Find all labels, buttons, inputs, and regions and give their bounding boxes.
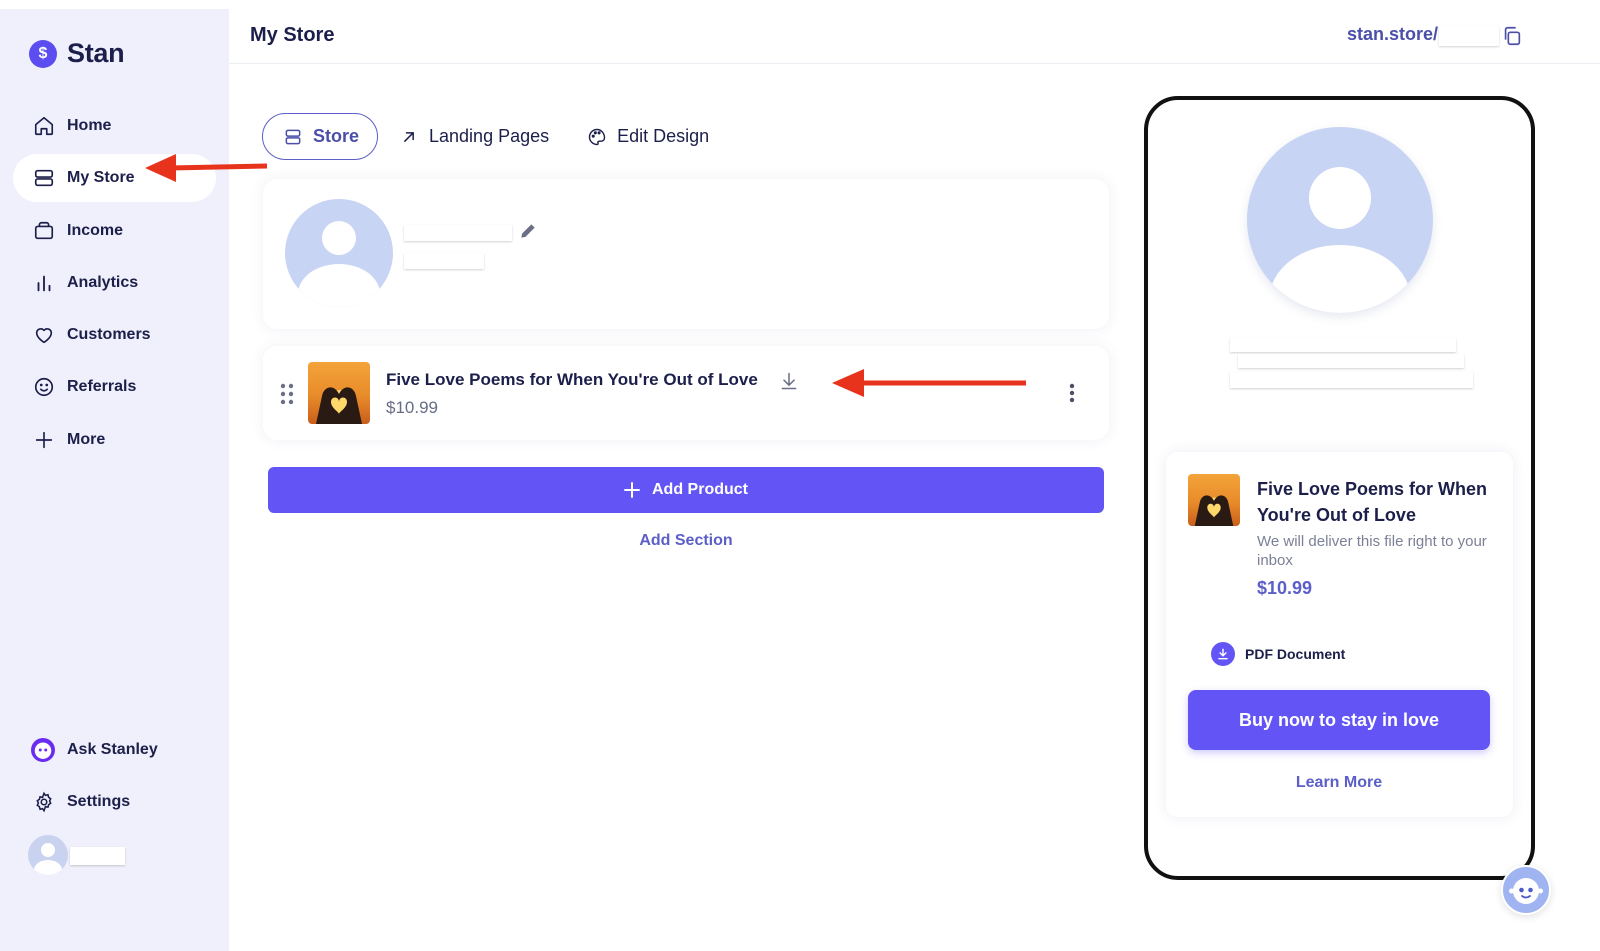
plus-icon xyxy=(624,482,640,498)
logo[interactable]: $ Stan xyxy=(29,38,125,69)
redacted-preview-name xyxy=(1230,338,1456,352)
redacted-username xyxy=(70,847,125,865)
preview-avatar xyxy=(1247,127,1433,313)
sidebar-bottom-nav: Ask Stanley Settings xyxy=(13,726,216,830)
download-icon xyxy=(781,372,797,390)
brand-name: Stan xyxy=(67,38,125,68)
home-icon xyxy=(34,116,54,136)
sidebar-item-label: Income xyxy=(67,221,124,239)
redacted-store-handle xyxy=(1439,26,1499,46)
sidebar-item-label: Customers xyxy=(67,326,151,344)
redacted-preview-bio-2 xyxy=(1230,372,1473,388)
sidebar-item-home[interactable]: Home xyxy=(13,102,216,150)
sidebar-item-analytics[interactable]: Analytics xyxy=(13,259,216,307)
stan-logo-icon: $ xyxy=(29,39,57,68)
sidebar-item-referrals[interactable]: Referrals xyxy=(13,363,216,411)
learn-more-link[interactable]: Learn More xyxy=(1188,774,1490,792)
sidebar-item-income[interactable]: Income xyxy=(13,207,216,255)
download-circle-icon xyxy=(1211,642,1235,666)
store-icon xyxy=(34,170,54,187)
user-avatar[interactable] xyxy=(28,835,68,875)
sidebar-item-settings[interactable]: Settings xyxy=(13,778,216,826)
profile-card[interactable] xyxy=(263,179,1109,329)
sidebar-item-label: More xyxy=(67,430,106,448)
stanley-bot-icon xyxy=(31,738,55,762)
add-product-button[interactable]: Add Product xyxy=(268,467,1104,513)
drag-handle-icon[interactable] xyxy=(280,383,294,405)
palette-icon xyxy=(588,128,606,145)
stanley-bot-icon xyxy=(1509,878,1543,904)
tab-edit-design[interactable]: Edit Design xyxy=(587,113,709,160)
top-bar: My Store stan.store/ xyxy=(229,0,1600,64)
heart-icon xyxy=(35,328,53,344)
product-price: $10.99 xyxy=(386,398,438,417)
sidebar-item-more[interactable]: More xyxy=(13,416,216,464)
tab-landing-pages[interactable]: Landing Pages xyxy=(399,113,549,160)
sidebar-item-label: Ask Stanley xyxy=(67,741,158,758)
store-preview-phone: Five Love Poems for When You're Out of L… xyxy=(1144,96,1535,880)
sidebar-item-label: Home xyxy=(67,117,112,134)
annotation-arrow-my-store xyxy=(145,154,268,182)
smiley-icon xyxy=(34,378,54,397)
preview-product-title: Five Love Poems for When You're Out of L… xyxy=(1257,479,1488,525)
edit-pencil-icon[interactable] xyxy=(518,221,538,241)
redacted-preview-bio-1 xyxy=(1238,354,1464,368)
preview-file-type: PDF Document xyxy=(1211,642,1345,666)
product-thumbnail xyxy=(308,362,370,424)
tab-label: Landing Pages xyxy=(429,126,550,146)
store-url-link[interactable]: stan.store/ xyxy=(1347,24,1438,45)
buy-now-button[interactable]: Buy now to stay in love xyxy=(1188,690,1490,750)
preview-product-price: $10.99 xyxy=(1257,578,1313,598)
product-title[interactable]: Five Love Poems for When You're Out of L… xyxy=(386,370,758,390)
add-section-link[interactable]: Add Section xyxy=(268,532,1104,550)
gear-icon xyxy=(36,791,52,813)
sections-icon xyxy=(285,129,301,144)
tab-label: Edit Design xyxy=(617,126,710,146)
arrow-up-right-icon xyxy=(404,131,414,142)
preview-product-card: Five Love Poems for When You're Out of L… xyxy=(1166,452,1513,817)
tab-label: Store xyxy=(313,126,360,146)
redacted-display-name xyxy=(404,225,512,241)
store-tabs: Store Landing Pages Edit Design xyxy=(262,113,709,160)
plus-icon xyxy=(35,431,53,448)
sidebar-item-label: My Store xyxy=(67,169,135,187)
sidebar-item-label: Analytics xyxy=(67,273,139,291)
sidebar-item-customers[interactable]: Customers xyxy=(13,311,216,359)
page-title: My Store xyxy=(250,24,335,46)
more-options-icon[interactable] xyxy=(1069,383,1075,403)
tab-store[interactable]: Store xyxy=(262,113,379,160)
redacted-bio xyxy=(404,253,484,269)
file-type-label: PDF Document xyxy=(1245,646,1346,662)
bar-chart-icon xyxy=(37,275,51,292)
sidebar-item-label: Settings xyxy=(67,793,131,810)
preview-product-thumbnail xyxy=(1188,474,1240,526)
copy-icon[interactable] xyxy=(1501,25,1523,47)
annotation-arrow-product xyxy=(832,369,1026,397)
sidebar-item-ask-stanley[interactable]: Ask Stanley xyxy=(13,726,216,774)
profile-avatar[interactable] xyxy=(285,199,393,307)
sidebar-item-label: Referrals xyxy=(67,378,137,396)
wallet-icon xyxy=(34,221,54,239)
chat-bot-button[interactable] xyxy=(1501,865,1551,915)
add-product-label: Add Product xyxy=(652,481,748,498)
preview-product-description: We will deliver this file right to your … xyxy=(1257,533,1487,569)
